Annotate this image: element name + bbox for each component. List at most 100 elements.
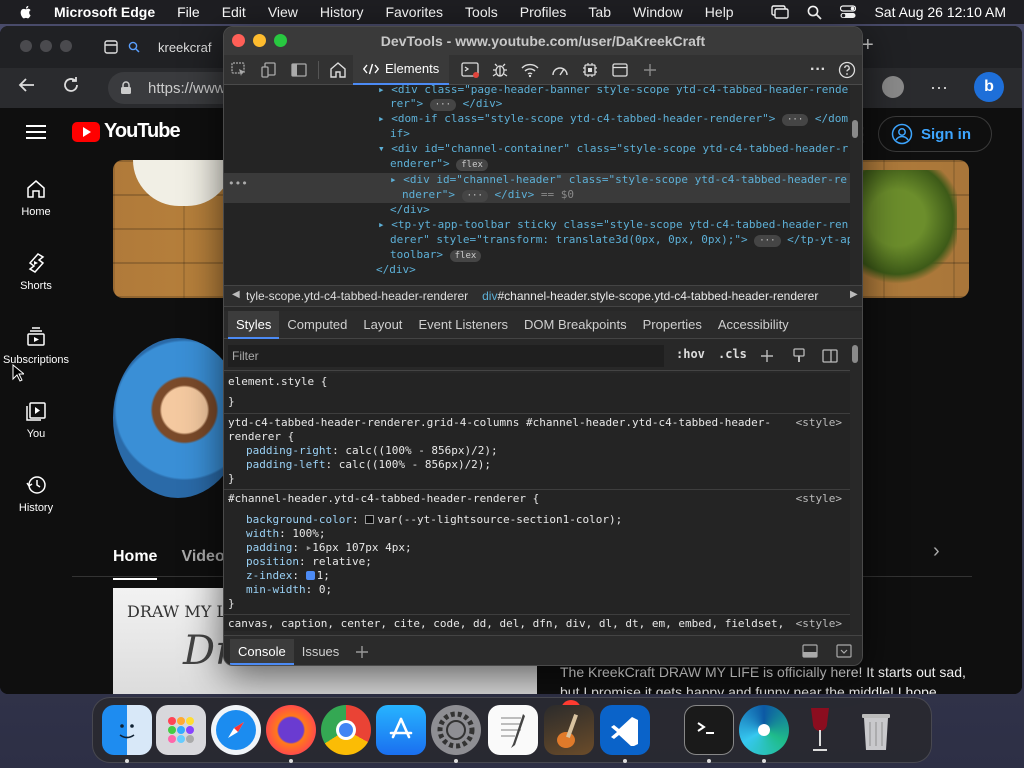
dom-line[interactable]: ▸ <dom-if class="style-scope ytd-c4-tabb… <box>378 112 850 126</box>
style-declaration[interactable]: z-index: 1; <box>246 569 330 582</box>
property-name[interactable]: position <box>246 555 299 568</box>
devtools-close-button[interactable] <box>232 34 245 47</box>
property-value[interactable]: 16px 107px 4px; <box>312 541 411 554</box>
property-name[interactable]: padding-right <box>246 444 332 457</box>
menu-tools[interactable]: Tools <box>465 4 498 20</box>
breadcrumb-scroll-left-icon[interactable]: ◀ <box>232 289 240 300</box>
collapsed-children-badge[interactable]: ··· <box>461 190 488 202</box>
property-name[interactable]: min-width <box>246 583 306 596</box>
edge-maximize-button[interactable] <box>60 40 72 52</box>
memory-chip-icon[interactable] <box>575 55 605 85</box>
edge-close-button[interactable] <box>20 40 32 52</box>
menu-file[interactable]: File <box>177 4 200 20</box>
menu-history[interactable]: History <box>320 4 364 20</box>
style-declaration[interactable]: background-color: var(--yt-lightsource-s… <box>246 513 622 526</box>
property-value[interactable]: calc((100% - 856px)/2); <box>339 458 491 471</box>
style-declaration[interactable]: padding-right: calc((100% - 856px)/2); <box>246 444 498 457</box>
stacking-context-icon[interactable] <box>305 571 315 580</box>
dom-line-selected[interactable]: nderer"> ··· </div> == $0 <box>402 188 574 202</box>
tab-styles[interactable]: Styles <box>228 310 280 339</box>
more-tools-icon[interactable]: ··· <box>810 61 826 79</box>
device-emulation-icon[interactable] <box>254 55 284 85</box>
rule-source-link[interactable]: <style> <box>796 416 842 429</box>
help-icon[interactable] <box>838 61 856 79</box>
menu-tab[interactable]: Tab <box>588 4 611 20</box>
dock-firefox[interactable] <box>266 705 316 755</box>
dock-chrome[interactable] <box>321 705 371 755</box>
breadcrumb-item[interactable]: tyle-scope.ytd-c4-tabbed-header-renderer <box>246 289 468 303</box>
style-declaration[interactable]: min-width: 0; <box>246 583 332 596</box>
rule-selector[interactable]: renderer { <box>228 430 294 443</box>
elements-tab[interactable]: Elements <box>353 54 450 85</box>
dock-drawer-icon[interactable] <box>802 644 818 658</box>
collapsed-children-badge[interactable]: ··· <box>754 235 781 247</box>
menubar-clock[interactable]: Sat Aug 26 12:10 AM <box>874 4 1006 20</box>
tab-event-listeners[interactable]: Event Listeners <box>410 311 516 339</box>
flex-badge[interactable]: flex <box>449 250 482 262</box>
tab-properties[interactable]: Properties <box>635 311 710 339</box>
dom-line[interactable]: </div> <box>376 263 416 276</box>
rule-source-link[interactable]: <style> <box>796 492 842 505</box>
dock-instruments[interactable] <box>544 705 594 755</box>
tabs-scroll-right-icon[interactable]: › <box>933 540 940 563</box>
youtube-logo[interactable]: YouTube <box>72 120 181 143</box>
dock-wine[interactable] <box>795 705 845 755</box>
inspect-element-icon[interactable] <box>224 55 254 85</box>
dom-line[interactable]: toolbar> flex <box>390 248 482 262</box>
rule-source-link[interactable]: <style> <box>796 617 842 630</box>
element-state-brush-icon[interactable] <box>792 348 806 364</box>
settings-more-icon[interactable]: ··· <box>930 77 948 98</box>
control-center-icon[interactable] <box>840 5 857 19</box>
dom-line[interactable]: rer"> ··· </div> <box>390 97 502 111</box>
performance-gauge-icon[interactable] <box>545 55 575 85</box>
rule-selector[interactable]: #channel-header.ytd-c4-tabbed-header-ren… <box>228 492 539 505</box>
property-name[interactable]: background-color <box>246 513 352 526</box>
dock-terminal[interactable] <box>684 705 734 755</box>
tab-layout[interactable]: Layout <box>355 311 410 339</box>
drawer-add-tab-icon[interactable] <box>355 645 369 659</box>
dock-launchpad[interactable] <box>156 705 206 755</box>
tab-dom-breakpoints[interactable]: DOM Breakpoints <box>516 311 635 339</box>
refresh-icon[interactable] <box>62 76 80 94</box>
menu-profiles[interactable]: Profiles <box>520 4 567 20</box>
dock-edge[interactable] <box>739 705 789 755</box>
dom-line-selected[interactable]: ▸ <div id="channel-header" class="style-… <box>390 173 847 186</box>
sources-bug-icon[interactable] <box>485 55 515 85</box>
tab-accessibility[interactable]: Accessibility <box>710 311 797 339</box>
sidebar-item-shorts[interactable]: Shorts <box>0 252 72 292</box>
menu-help[interactable]: Help <box>705 4 734 20</box>
collapsed-children-badge[interactable]: ··· <box>781 114 809 126</box>
menu-window[interactable]: Window <box>633 4 683 20</box>
property-name[interactable]: z-index <box>246 569 292 582</box>
collapsed-children-badge[interactable]: ··· <box>429 99 457 111</box>
new-tab-icon[interactable]: + <box>862 34 874 57</box>
hamburger-menu-icon[interactable] <box>26 124 46 140</box>
flex-badge[interactable]: flex <box>456 159 488 171</box>
sign-in-button[interactable]: Sign in <box>878 116 992 152</box>
dock-finder[interactable] <box>102 705 152 755</box>
styles-pane[interactable]: element.style { } ytd-c4-tabbed-header-r… <box>224 373 850 631</box>
dock-trash[interactable] <box>851 705 901 755</box>
devtools-minimize-button[interactable] <box>253 34 266 47</box>
sidebar-item-history[interactable]: History <box>0 474 72 514</box>
property-value[interactable]: calc((100% - 856px)/2); <box>345 444 497 457</box>
application-panel-icon[interactable] <box>605 55 635 85</box>
dock-safari[interactable] <box>211 705 261 755</box>
dock-app-store[interactable] <box>376 705 426 755</box>
menu-view[interactable]: View <box>268 4 298 20</box>
dom-line[interactable]: ▸ <tp-yt-app-toolbar sticky class="style… <box>378 218 848 231</box>
hover-state-toggle[interactable]: :hov <box>676 347 705 361</box>
copilot-icon[interactable]: b <box>974 72 1004 102</box>
new-style-rule-icon[interactable] <box>760 349 774 363</box>
edge-tab[interactable]: kreekcraf <box>98 32 228 62</box>
address-bar[interactable]: https://www <box>108 72 238 104</box>
apple-icon[interactable] <box>18 4 34 20</box>
toggle-sidebar-icon[interactable] <box>822 349 838 363</box>
screen-mirroring-icon[interactable] <box>771 5 790 19</box>
drawer-tab-console[interactable]: Console <box>230 638 294 665</box>
tab-actions-icon[interactable] <box>104 40 118 54</box>
dom-tree-panel[interactable]: ••• ▸ <div class="page-header-banner sty… <box>224 85 850 285</box>
dom-tree-scrollbar[interactable] <box>852 120 858 138</box>
property-value[interactable]: var(--yt-lightsource-section1-color); <box>377 513 622 526</box>
rule-selector[interactable]: canvas, caption, center, cite, code, dd,… <box>228 617 784 630</box>
